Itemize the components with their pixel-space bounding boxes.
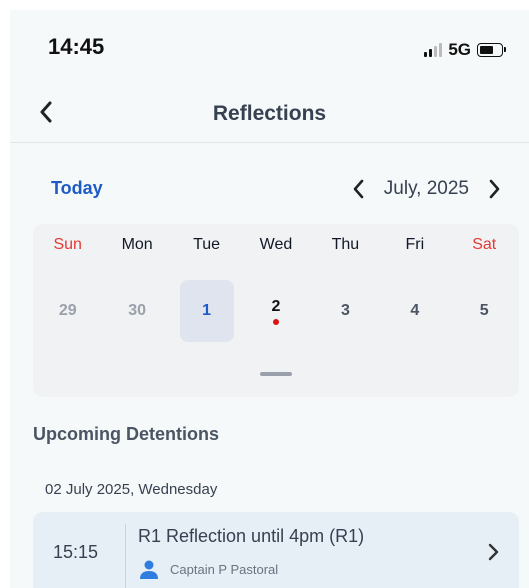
day-number: 30 [128, 302, 147, 319]
nav-bar: Reflections [10, 90, 529, 143]
prev-month-button[interactable] [344, 176, 372, 202]
day-number: 5 [479, 302, 489, 319]
detention-staff: Captain P Pastoral [170, 561, 279, 577]
today-button[interactable]: Today [51, 178, 103, 199]
weekday-header: Sun Mon Tue Wed Thu Fri Sat [33, 236, 519, 254]
date-heading: 02 July 2025, Wednesday [45, 481, 218, 498]
detention-staff-row: Captain P Pastoral [138, 558, 278, 580]
day-number: 3 [340, 302, 350, 319]
weekday-label: Tue [193, 236, 221, 253]
weekday-label: Mon [121, 236, 153, 253]
status-time: 14:45 [48, 34, 105, 59]
week-days: 29 30 1 2 3 4 5 [33, 280, 519, 342]
next-month-button[interactable] [481, 176, 509, 202]
weekday-label: Wed [259, 236, 293, 253]
detention-item[interactable]: 15:15 R1 Reflection until 4pm (R1) Capta… [33, 512, 519, 588]
chevron-left-icon [353, 179, 364, 199]
weekday-label: Fri [405, 236, 425, 253]
chevron-right-icon [488, 543, 499, 561]
status-indicators: 5G [424, 40, 506, 59]
calendar-day-selected[interactable]: 1 [172, 280, 241, 342]
detention-time: 15:15 [53, 542, 99, 562]
chevron-right-icon [489, 179, 500, 199]
calendar-day[interactable]: 29 [33, 280, 102, 342]
month-navigator: July, 2025 [344, 176, 509, 202]
event-dot-icon [272, 318, 279, 325]
calendar-day-with-event[interactable]: 2 [241, 280, 310, 342]
weekday-label: Thu [331, 236, 360, 253]
detention-title: R1 Reflection until 4pm (R1) [138, 526, 365, 546]
day-number: 2 [271, 297, 281, 315]
month-label: July, 2025 [383, 178, 469, 199]
divider [125, 524, 126, 588]
day-number: 1 [202, 302, 211, 319]
day-number: 4 [410, 302, 420, 319]
expand-handle[interactable] [260, 372, 292, 376]
signal-icon [424, 43, 443, 57]
calendar-day[interactable]: 4 [380, 280, 449, 342]
page-title: Reflections [212, 102, 327, 125]
network-label: 5G [448, 40, 471, 59]
battery-icon [477, 43, 506, 57]
day-number: 29 [58, 302, 77, 319]
calendar-day[interactable]: 3 [311, 280, 380, 342]
section-title: Upcoming Detentions [33, 424, 220, 444]
calendar-week-card: Sun Mon Tue Wed Thu Fri Sat 29 30 1 2 3 … [33, 224, 519, 397]
calendar-day[interactable]: 30 [102, 280, 171, 342]
person-icon [140, 560, 158, 579]
calendar-day[interactable]: 5 [450, 280, 519, 342]
weekday-label: Sat [472, 236, 497, 253]
weekday-label: Sun [53, 236, 82, 253]
